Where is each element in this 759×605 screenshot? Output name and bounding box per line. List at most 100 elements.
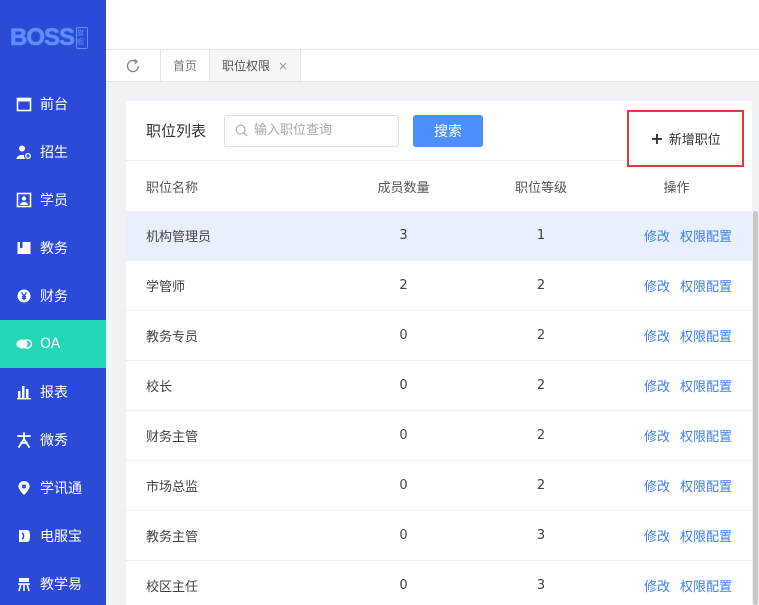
sidebar-item-reports[interactable]: 报表 bbox=[0, 368, 106, 416]
position-name: 教务主管 bbox=[146, 530, 199, 545]
sidebar-item-label: 报表 bbox=[40, 385, 68, 401]
sidebar-item-label: 学员 bbox=[40, 193, 68, 209]
position-level: 2 bbox=[536, 478, 546, 493]
search-box[interactable] bbox=[224, 114, 400, 147]
add-position-button[interactable]: + 新增职位 bbox=[627, 110, 744, 167]
search-button[interactable]: 搜索 bbox=[413, 114, 484, 147]
sidebar-item-label: 教务 bbox=[40, 241, 68, 257]
table-row[interactable]: 校区主任 0 3 修改 权限配置 bbox=[126, 561, 752, 605]
member-count: 0 bbox=[399, 328, 408, 343]
edit-link[interactable]: 修改 bbox=[644, 380, 670, 395]
sidebar-nav: 前台 招生 学员 教务 财务 OA 报表 微秀 学讯通 电服宝 教学易 bbox=[0, 80, 106, 605]
sidebar-item-finance[interactable]: 财务 bbox=[0, 272, 106, 320]
tab-label: 职位权限 bbox=[222, 59, 271, 73]
permission-config-link[interactable]: 权限配置 bbox=[680, 380, 732, 395]
column-header-members: 成员数量 bbox=[377, 180, 430, 196]
add-position-label: 新增职位 bbox=[668, 133, 721, 148]
sidebar-item-students[interactable]: 学员 bbox=[0, 176, 106, 224]
edit-link[interactable]: 修改 bbox=[644, 230, 670, 245]
position-name: 市场总监 bbox=[146, 480, 199, 495]
row-actions: 修改 权限配置 bbox=[611, 226, 742, 245]
member-count: 0 bbox=[399, 528, 408, 543]
edit-link[interactable]: 修改 bbox=[644, 430, 670, 445]
tab-home[interactable]: 首页 bbox=[161, 50, 211, 81]
row-actions: 修改 权限配置 bbox=[611, 276, 742, 295]
sidebar-item-xuexuntong[interactable]: 学讯通 bbox=[0, 464, 106, 512]
position-name: 校区主任 bbox=[146, 580, 199, 595]
search-input[interactable] bbox=[254, 123, 385, 138]
edit-link[interactable]: 修改 bbox=[644, 280, 670, 295]
plus-icon: + bbox=[650, 129, 664, 148]
position-name: 学管师 bbox=[146, 280, 186, 295]
sidebar-item-label: 学讯通 bbox=[40, 481, 82, 497]
permission-config-link[interactable]: 权限配置 bbox=[680, 580, 732, 595]
position-name: 财务主管 bbox=[146, 430, 199, 445]
card-header: 职位列表 搜索 + 新增职位 bbox=[126, 101, 752, 167]
permission-config-link[interactable]: 权限配置 bbox=[680, 480, 732, 495]
sidebar-item-label: 教学易 bbox=[40, 577, 82, 593]
row-actions: 修改 权限配置 bbox=[611, 376, 742, 395]
sidebar-item-academic[interactable]: 教务 bbox=[0, 224, 106, 272]
page-title: 职位列表 bbox=[146, 122, 207, 140]
row-actions: 修改 权限配置 bbox=[611, 476, 742, 495]
sidebar-item-oa[interactable]: OA bbox=[0, 320, 106, 368]
sidebar-item-enrollment[interactable]: 招生 bbox=[0, 128, 106, 176]
sidebar-item-label: 微秀 bbox=[40, 433, 68, 449]
position-level: 2 bbox=[536, 278, 546, 293]
logo[interactable]: BOSS 旗舰 bbox=[0, 0, 106, 76]
table-row[interactable]: 机构管理员 3 1 修改 权限配置 bbox=[126, 211, 752, 261]
sidebar: BOSS 旗舰 前台 招生 学员 教务 财务 OA 报表 微秀 学讯通 电服宝 … bbox=[0, 0, 106, 605]
yen-coin-icon bbox=[16, 288, 32, 304]
teach-icon bbox=[16, 576, 32, 592]
position-level: 2 bbox=[536, 328, 546, 343]
table-row[interactable]: 教务专员 0 2 修改 权限配置 bbox=[126, 311, 752, 361]
phone-service-icon bbox=[16, 528, 32, 544]
sidebar-item-dianfubao[interactable]: 电服宝 bbox=[0, 512, 106, 560]
position-level: 2 bbox=[536, 378, 546, 393]
bar-chart-icon bbox=[16, 384, 32, 400]
sidebar-item-label: 招生 bbox=[40, 145, 68, 161]
row-actions: 修改 权限配置 bbox=[611, 426, 742, 445]
row-actions: 修改 权限配置 bbox=[611, 576, 742, 595]
permission-config-link[interactable]: 权限配置 bbox=[680, 330, 732, 345]
table-row[interactable]: 学管师 2 2 修改 权限配置 bbox=[126, 261, 752, 311]
position-name: 机构管理员 bbox=[146, 230, 212, 245]
column-header-level: 职位等级 bbox=[514, 180, 567, 196]
table-row[interactable]: 市场总监 0 2 修改 权限配置 bbox=[126, 461, 752, 511]
sidebar-item-frontdesk[interactable]: 前台 bbox=[0, 80, 106, 128]
close-icon[interactable]: × bbox=[278, 59, 288, 73]
member-count: 0 bbox=[399, 378, 408, 393]
member-count: 0 bbox=[399, 578, 408, 593]
edit-link[interactable]: 修改 bbox=[644, 530, 670, 545]
logo-text: BOSS bbox=[10, 24, 75, 51]
scrollbar-thumb[interactable] bbox=[753, 211, 758, 605]
edit-link[interactable]: 修改 bbox=[644, 480, 670, 495]
table-row[interactable]: 校长 0 2 修改 权限配置 bbox=[126, 361, 752, 411]
refresh-button[interactable] bbox=[106, 50, 161, 81]
permission-config-link[interactable]: 权限配置 bbox=[680, 230, 732, 245]
table-row[interactable]: 财务主管 0 2 修改 权限配置 bbox=[126, 411, 752, 461]
sidebar-item-label: 电服宝 bbox=[40, 529, 82, 545]
sidebar-item-weixiu[interactable]: 微秀 bbox=[0, 416, 106, 464]
sidebar-item-label: 财务 bbox=[40, 289, 68, 305]
position-level: 1 bbox=[536, 228, 546, 243]
chat-bubbles-icon bbox=[16, 336, 32, 352]
permission-config-link[interactable]: 权限配置 bbox=[680, 280, 732, 295]
position-level: 3 bbox=[536, 528, 546, 543]
edit-link[interactable]: 修改 bbox=[644, 330, 670, 345]
position-list-card: 职位列表 搜索 + 新增职位 职位名称 成员数量 职位等级 操作 机构管理员 3… bbox=[126, 101, 752, 605]
row-actions: 修改 权限配置 bbox=[611, 526, 742, 545]
table-row[interactable]: 教务主管 0 3 修改 权限配置 bbox=[126, 511, 752, 561]
tab-position-permissions[interactable]: 职位权限 × bbox=[210, 50, 302, 81]
sidebar-item-label: 前台 bbox=[40, 97, 68, 113]
permission-config-link[interactable]: 权限配置 bbox=[680, 530, 732, 545]
tab-bar: 首页 职位权限 × bbox=[106, 50, 759, 82]
member-count: 2 bbox=[399, 278, 408, 293]
sidebar-item-jiaoxueyi[interactable]: 教学易 bbox=[0, 560, 106, 605]
sidebar-item-label: OA bbox=[40, 336, 61, 352]
top-header bbox=[106, 0, 759, 50]
member-count: 3 bbox=[399, 228, 408, 243]
tab-label: 首页 bbox=[173, 59, 198, 73]
permission-config-link[interactable]: 权限配置 bbox=[680, 430, 732, 445]
edit-link[interactable]: 修改 bbox=[644, 580, 670, 595]
